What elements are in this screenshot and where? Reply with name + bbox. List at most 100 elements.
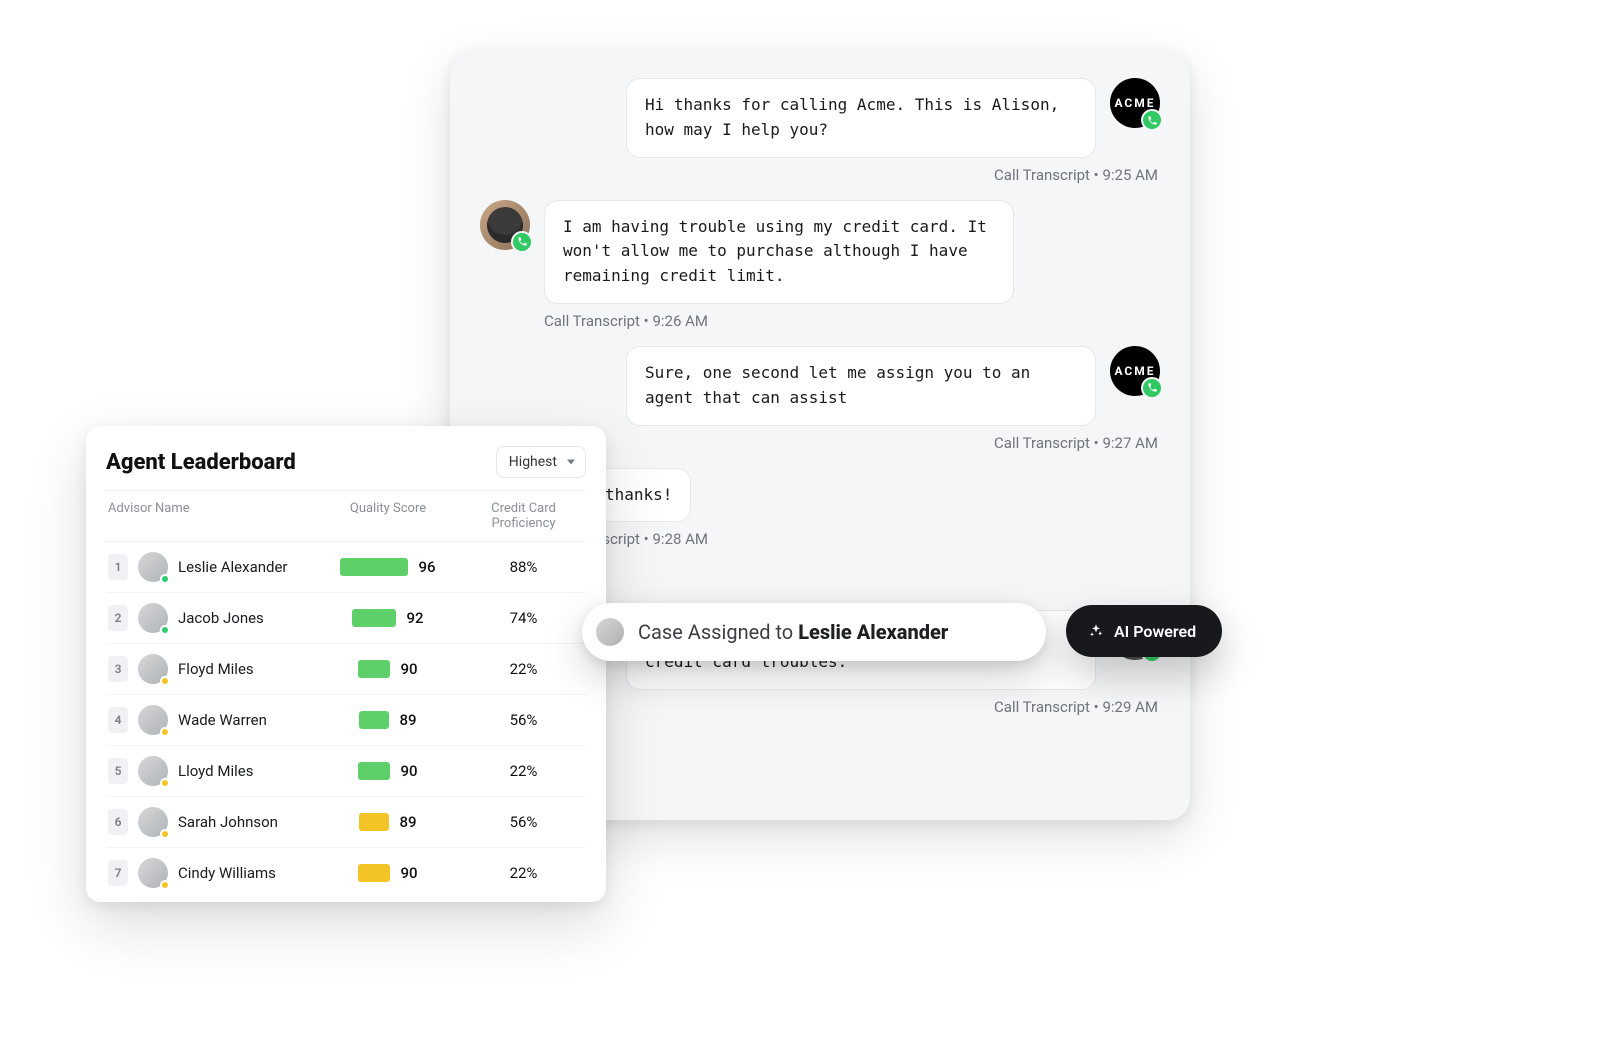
score-value: 96 — [418, 558, 435, 576]
proficiency-value: 56% — [463, 711, 584, 729]
message-meta: Call Transcript • 9:27 AM — [994, 434, 1160, 452]
advisor-cell: 7 Cindy Williams — [108, 858, 313, 888]
message-time: 9:28 AM — [652, 530, 708, 548]
advisor-name: Lloyd Miles — [178, 762, 253, 780]
score-bar — [340, 558, 408, 576]
leaderboard-sort-dropdown[interactable]: Highest — [496, 446, 586, 478]
status-dot — [160, 676, 170, 686]
advisor-name: Leslie Alexander — [178, 558, 288, 576]
advisor-avatar — [138, 756, 168, 786]
phone-icon — [511, 231, 533, 253]
message-row: Hi thanks for calling Acme. This is Alis… — [626, 78, 1160, 158]
agent-avatar-acme: ACME — [1110, 78, 1160, 128]
advisor-avatar — [138, 603, 168, 633]
ai-powered-label: AI Powered — [1114, 622, 1196, 641]
proficiency-value: 22% — [463, 864, 584, 882]
quality-score-cell: 89 — [313, 813, 463, 831]
advisor-cell: 6 Sarah Johnson — [108, 807, 313, 837]
score-value: 90 — [400, 864, 417, 882]
quality-score-cell: 90 — [313, 660, 463, 678]
proficiency-value: 22% — [463, 762, 584, 780]
rank-badge: 3 — [108, 656, 128, 682]
rank-badge: 5 — [108, 758, 128, 784]
col-advisor-name: Advisor Name — [108, 501, 313, 531]
score-bar — [358, 762, 390, 780]
customer-avatar — [480, 200, 530, 250]
quality-score-cell: 92 — [313, 609, 463, 627]
transcript-label: Call Transcript — [994, 434, 1090, 452]
phone-icon — [1141, 109, 1163, 131]
advisor-avatar — [138, 807, 168, 837]
advisor-name: Wade Warren — [178, 711, 267, 729]
status-dot — [160, 829, 170, 839]
proficiency-value: 74% — [463, 609, 584, 627]
case-assigned-name: Leslie Alexander — [798, 620, 948, 644]
leaderboard-row[interactable]: 6 Sarah Johnson 8956% — [106, 797, 586, 848]
leaderboard-columns: Advisor Name Quality Score Credit Card P… — [106, 490, 586, 542]
leaderboard-title: Agent Leaderboard — [106, 450, 296, 475]
quality-score-cell: 90 — [313, 864, 463, 882]
status-dot — [160, 727, 170, 737]
agent-avatar-acme: ACME — [1110, 346, 1160, 396]
message-time: 9:25 AM — [1102, 166, 1158, 184]
leaderboard-sort-label: Highest — [509, 454, 557, 470]
status-dot — [160, 778, 170, 788]
message-bubble: I am having trouble using my credit card… — [544, 200, 1014, 304]
quality-score-cell: 90 — [313, 762, 463, 780]
advisor-name: Floyd Miles — [178, 660, 254, 678]
advisor-cell: 4 Wade Warren — [108, 705, 313, 735]
score-bar — [359, 813, 389, 831]
advisor-name: Jacob Jones — [178, 609, 264, 627]
leaderboard-row[interactable]: 3 Floyd Miles 90 22% — [106, 644, 586, 695]
transcript-label: Call Transcript — [994, 166, 1090, 184]
advisor-name: Cindy Williams — [178, 864, 276, 882]
avatar — [596, 618, 624, 646]
agent-leaderboard-panel: Agent Leaderboard Highest Advisor Name Q… — [86, 426, 606, 902]
message-bubble: Hi thanks for calling Acme. This is Alis… — [626, 78, 1096, 158]
rank-badge: 7 — [108, 860, 128, 886]
phone-icon — [1141, 377, 1163, 399]
proficiency-value: 22% — [463, 660, 584, 678]
score-value: 89 — [399, 711, 416, 729]
score-value: 90 — [400, 762, 417, 780]
advisor-cell: 3 Floyd Miles — [108, 654, 313, 684]
case-assigned-prefix: Case Assigned to — [638, 620, 798, 644]
proficiency-value: 88% — [463, 558, 584, 576]
col-quality-score: Quality Score — [313, 501, 463, 531]
advisor-cell: 5 Lloyd Miles — [108, 756, 313, 786]
ai-powered-badge: AI Powered — [1066, 605, 1222, 657]
leaderboard-row[interactable]: 2Jacob Jones 92 74% — [106, 593, 586, 644]
advisor-avatar — [138, 552, 168, 582]
status-dot — [160, 574, 170, 584]
message-block: Hi thanks for calling Acme. This is Alis… — [480, 78, 1160, 198]
rank-badge: 1 — [108, 554, 128, 580]
sparkle-icon — [1088, 623, 1104, 639]
col-proficiency: Credit Card Proficiency — [463, 501, 584, 531]
advisor-cell: 1 Leslie Alexander — [108, 552, 313, 582]
status-dot — [160, 880, 170, 890]
proficiency-value: 56% — [463, 813, 584, 831]
message-block: I am having trouble using my credit card… — [480, 200, 1160, 344]
status-dot — [160, 625, 170, 635]
acme-logo-text: ACME — [1114, 364, 1155, 378]
advisor-name: Sarah Johnson — [178, 813, 278, 831]
message-row: I am having trouble using my credit card… — [480, 200, 1014, 304]
leaderboard-row[interactable]: 1 Leslie Alexander 96 88% — [106, 542, 586, 593]
advisor-avatar — [138, 705, 168, 735]
score-value: 92 — [406, 609, 423, 627]
quality-score-cell: 96 — [313, 558, 463, 576]
score-bar — [359, 711, 389, 729]
leaderboard-row[interactable]: 7 Cindy Williams 90 22% — [106, 848, 586, 898]
leaderboard-row[interactable]: 5 Lloyd Miles 90 22% — [106, 746, 586, 797]
rank-badge: 4 — [108, 707, 128, 733]
score-value: 90 — [400, 660, 417, 678]
transcript-label: Call Transcript — [544, 312, 640, 330]
message-meta: Call Transcript • 9:26 AM — [480, 312, 708, 330]
message-time: 9:27 AM — [1102, 434, 1158, 452]
leaderboard-row[interactable]: 4 Wade Warren 89 56% — [106, 695, 586, 746]
advisor-avatar — [138, 654, 168, 684]
rank-badge: 6 — [108, 809, 128, 835]
advisor-avatar — [138, 858, 168, 888]
advisor-cell: 2Jacob Jones — [108, 603, 313, 633]
score-bar — [352, 609, 396, 627]
